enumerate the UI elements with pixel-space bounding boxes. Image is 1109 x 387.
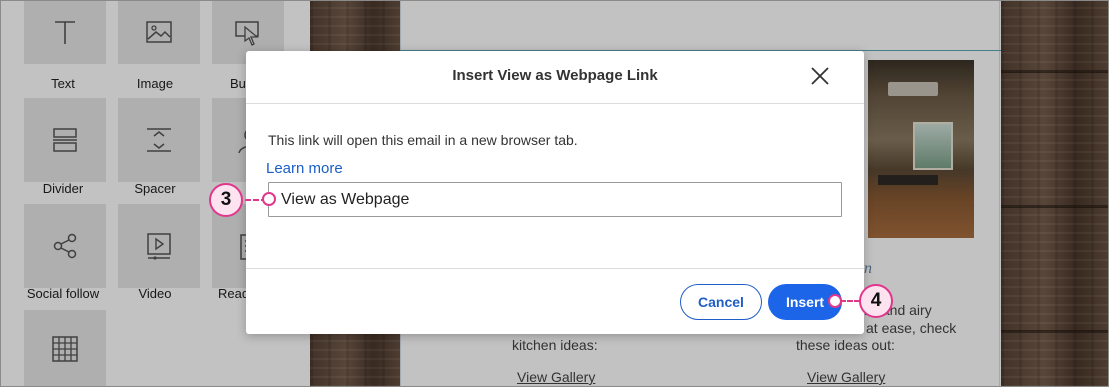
dialog-header-divider xyxy=(246,103,864,104)
learn-more-link[interactable]: Learn more xyxy=(266,160,343,177)
step-4-callout-line xyxy=(840,300,860,302)
dialog-footer-divider xyxy=(246,268,864,269)
dialog-description: This link will open this email in a new … xyxy=(268,132,578,148)
close-button[interactable] xyxy=(809,65,831,87)
step-3-callout-dot xyxy=(262,192,276,206)
link-text-input[interactable] xyxy=(268,182,842,217)
close-icon xyxy=(811,67,829,85)
step-3-callout: 3 xyxy=(209,183,243,217)
step-4-callout: 4 xyxy=(859,284,893,318)
dialog-title: Insert View as Webpage Link xyxy=(452,67,658,84)
insert-webpage-link-dialog: Insert View as Webpage Link This link wi… xyxy=(246,51,864,334)
cancel-button[interactable]: Cancel xyxy=(680,284,762,320)
